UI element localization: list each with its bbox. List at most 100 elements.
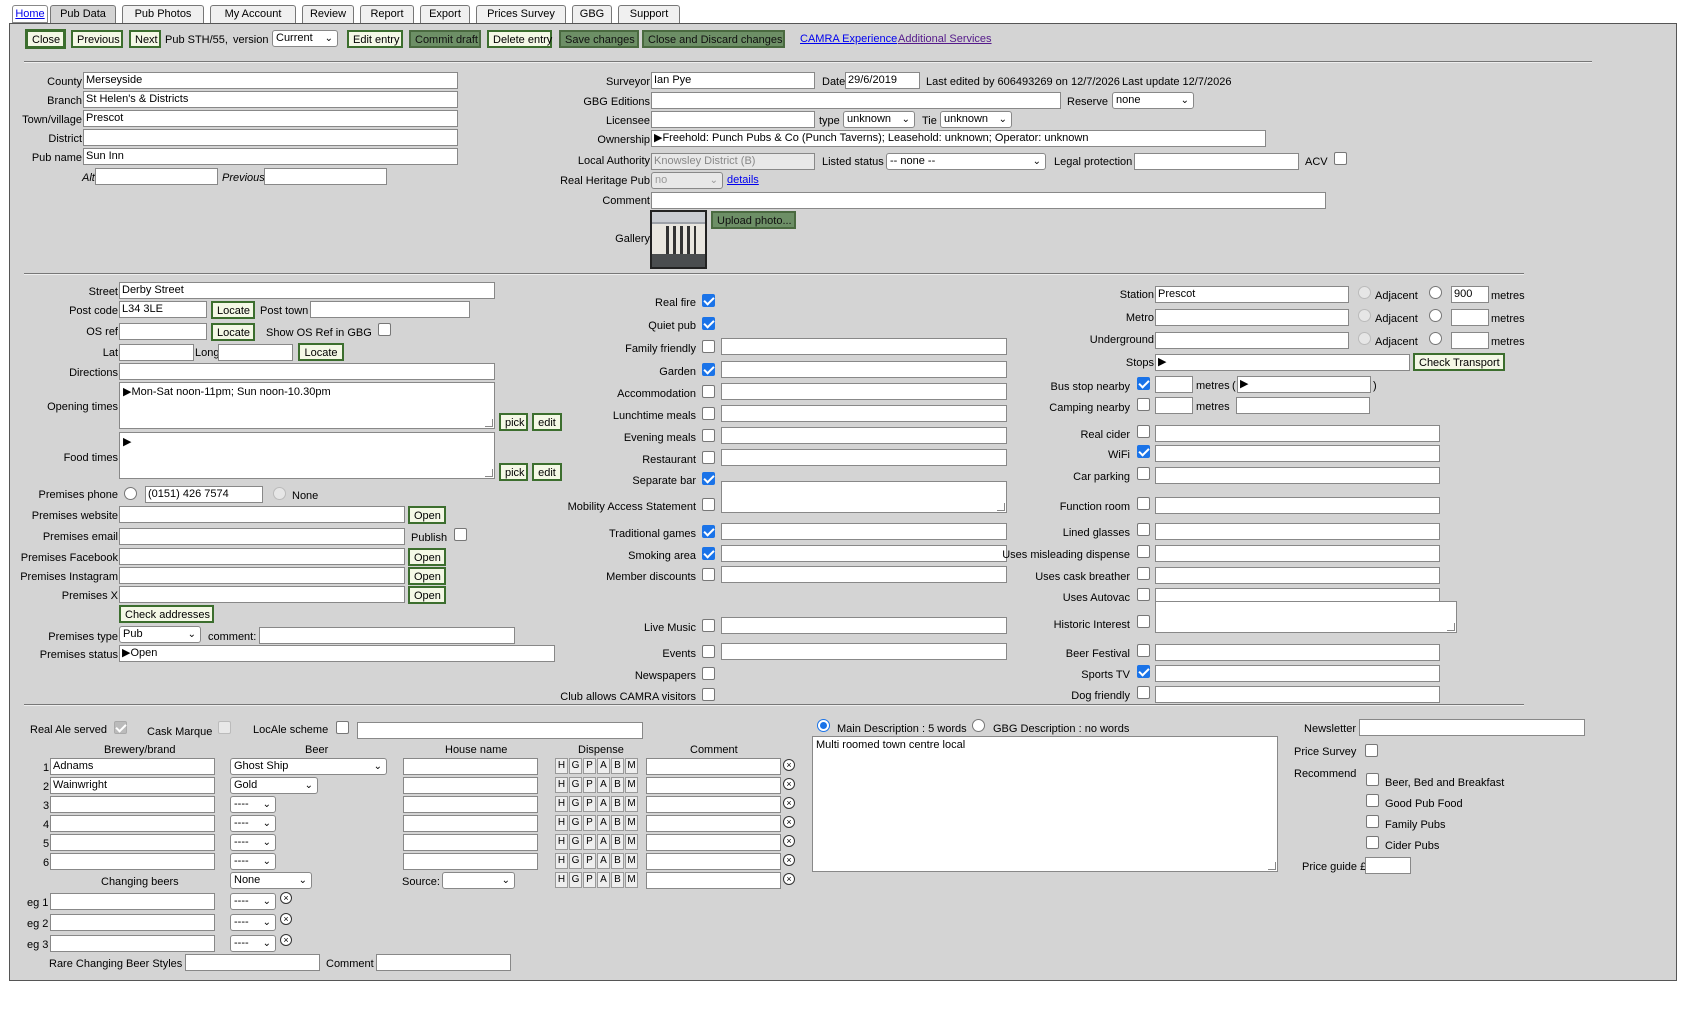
- tie-select[interactable]: unknown ⌄: [940, 111, 1012, 128]
- facility-comment-field[interactable]: [1155, 567, 1440, 584]
- next-button[interactable]: Next: [129, 30, 161, 48]
- postcode-field[interactable]: L34 3LE: [119, 301, 207, 318]
- tab-export[interactable]: Export: [420, 5, 470, 23]
- dispense-h-button[interactable]: H: [555, 777, 568, 793]
- ownership-field[interactable]: ▶Freehold: Punch Pubs & Co (Punch Tavern…: [651, 130, 1266, 147]
- recommend-checkbox[interactable]: [1366, 836, 1379, 849]
- clear-icon[interactable]: ×: [783, 816, 795, 828]
- feature-comment-field[interactable]: [721, 617, 1007, 634]
- dispense-g-button[interactable]: G: [569, 853, 582, 869]
- dispense-p-button[interactable]: P: [583, 777, 596, 793]
- comment-field[interactable]: [651, 192, 1326, 209]
- metro-adjacent-radio[interactable]: [1358, 309, 1371, 322]
- facility-checkbox[interactable]: [1137, 567, 1150, 580]
- clear-icon[interactable]: ×: [280, 934, 292, 946]
- feature-comment-field[interactable]: [721, 427, 1007, 444]
- description-textarea[interactable]: Multi roomed town centre local: [812, 736, 1278, 872]
- beer-comment-field[interactable]: [646, 777, 781, 794]
- station-field[interactable]: Prescot: [1155, 286, 1349, 303]
- pubname-field[interactable]: Sun Inn: [83, 148, 458, 165]
- surveyor-field[interactable]: Ian Pye: [651, 72, 815, 89]
- beer-comment-field[interactable]: [646, 796, 781, 813]
- feature-checkbox[interactable]: [702, 667, 715, 680]
- close-discard-button[interactable]: Close and Discard changes: [642, 30, 785, 48]
- gbg-field[interactable]: [651, 92, 1061, 109]
- facility-checkbox[interactable]: [1137, 665, 1150, 678]
- recommend-checkbox[interactable]: [1366, 773, 1379, 786]
- opening-pick-button[interactable]: pick: [499, 413, 528, 431]
- station-distance-radio[interactable]: [1429, 286, 1442, 299]
- dispense-g-button[interactable]: G: [569, 777, 582, 793]
- status-field[interactable]: ▶Open: [119, 645, 555, 662]
- facility-checkbox[interactable]: [1137, 588, 1150, 601]
- facility-textarea[interactable]: [1155, 601, 1457, 633]
- food-pick-button[interactable]: pick: [499, 463, 528, 481]
- tab-pub-data[interactable]: Pub Data: [50, 5, 116, 24]
- feature-checkbox[interactable]: [702, 385, 715, 398]
- resize-grip-icon[interactable]: [485, 419, 493, 427]
- brewery-field[interactable]: [50, 834, 215, 851]
- facility-checkbox[interactable]: [1137, 425, 1150, 438]
- instagram-field[interactable]: [119, 567, 405, 584]
- details-link[interactable]: details: [727, 174, 759, 186]
- tab-gbg[interactable]: GBG: [572, 5, 612, 23]
- feature-comment-field[interactable]: [721, 405, 1007, 422]
- district-field[interactable]: [83, 129, 458, 146]
- feature-checkbox[interactable]: [702, 451, 715, 464]
- facility-checkbox[interactable]: [1137, 615, 1150, 628]
- dispense-a-button[interactable]: A: [597, 777, 610, 793]
- feature-checkbox[interactable]: [702, 363, 715, 376]
- dispense-m-button[interactable]: M: [625, 853, 638, 869]
- commit-draft-button[interactable]: Commit draft: [409, 30, 481, 48]
- dispense-b-button[interactable]: B: [611, 815, 624, 831]
- station-metres-field[interactable]: 900: [1451, 286, 1489, 303]
- phone-none-radio[interactable]: [273, 487, 286, 500]
- clear-icon[interactable]: ×: [783, 854, 795, 866]
- example-beer-select[interactable]: ---- ⌄: [230, 935, 276, 952]
- email-field[interactable]: [119, 528, 405, 545]
- dispense-p-button[interactable]: P: [583, 834, 596, 850]
- stops-field[interactable]: ▶: [1155, 354, 1410, 371]
- example-beer-select[interactable]: ---- ⌄: [230, 914, 276, 931]
- feature-checkbox[interactable]: [702, 294, 715, 307]
- pcomment-field[interactable]: [259, 627, 515, 644]
- underground-field[interactable]: [1155, 332, 1349, 349]
- dispense-a-button[interactable]: A: [597, 872, 610, 888]
- house-name-field[interactable]: [403, 815, 538, 832]
- dispense-a-button[interactable]: A: [597, 815, 610, 831]
- beer-comment-field[interactable]: [646, 834, 781, 851]
- dispense-m-button[interactable]: M: [625, 834, 638, 850]
- dispense-p-button[interactable]: P: [583, 758, 596, 774]
- clear-icon[interactable]: ×: [783, 778, 795, 790]
- dispense-g-button[interactable]: G: [569, 872, 582, 888]
- resize-grip-icon[interactable]: [1447, 623, 1455, 631]
- tab-pub-photos[interactable]: Pub Photos: [122, 5, 204, 23]
- brewery-field[interactable]: [50, 796, 215, 813]
- tab-my-account[interactable]: My Account: [210, 5, 296, 23]
- dispense-h-button[interactable]: H: [555, 834, 568, 850]
- clear-icon[interactable]: ×: [280, 892, 292, 904]
- feature-textarea[interactable]: [721, 481, 1007, 513]
- underground-adjacent-radio[interactable]: [1358, 332, 1371, 345]
- newsletter-field[interactable]: [1359, 719, 1585, 736]
- feature-checkbox[interactable]: [702, 645, 715, 658]
- feature-checkbox[interactable]: [702, 568, 715, 581]
- facility-comment-field[interactable]: [1155, 425, 1440, 442]
- underground-distance-radio[interactable]: [1429, 332, 1442, 345]
- beer-select[interactable]: Ghost Ship ⌄: [230, 758, 387, 775]
- dispense-g-button[interactable]: G: [569, 815, 582, 831]
- facility-checkbox[interactable]: [1137, 545, 1150, 558]
- locale-field[interactable]: [357, 722, 643, 739]
- brewery-field[interactable]: [50, 815, 215, 832]
- dispense-p-button[interactable]: P: [583, 815, 596, 831]
- dispense-b-button[interactable]: B: [611, 758, 624, 774]
- resize-grip-icon[interactable]: [485, 469, 493, 477]
- brewery-field[interactable]: Adnams: [50, 758, 215, 775]
- dispense-g-button[interactable]: G: [569, 834, 582, 850]
- feature-comment-field[interactable]: [721, 566, 1007, 583]
- house-name-field[interactable]: [403, 777, 538, 794]
- feature-checkbox[interactable]: [702, 619, 715, 632]
- listed-select[interactable]: -- none -- ⌄: [886, 153, 1046, 170]
- station-adjacent-radio[interactable]: [1358, 286, 1371, 299]
- metro-field[interactable]: [1155, 309, 1349, 326]
